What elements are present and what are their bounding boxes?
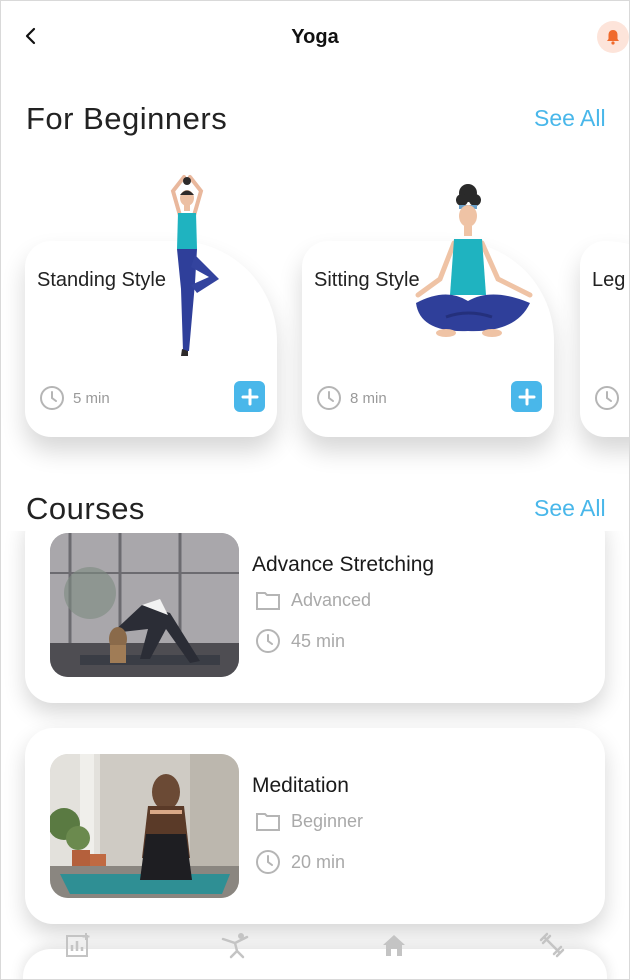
- bottom-navigation: [1, 926, 629, 966]
- course-level-text: Advanced: [291, 589, 372, 610]
- home-icon: [383, 935, 405, 956]
- nav-stats[interactable]: [63, 930, 93, 960]
- course-duration-text: 45 min: [291, 630, 346, 651]
- course-card-advance-stretching[interactable]: Advance Stretching Advanced 45 min: [25, 507, 605, 703]
- clock-icon: [40, 386, 64, 410]
- clock-icon: [595, 386, 619, 410]
- beginners-see-all-link[interactable]: See All: [534, 105, 606, 132]
- folder-icon: [256, 813, 280, 831]
- app-screen: Yoga For Beginners See All Standing Styl…: [0, 0, 630, 980]
- duration-text: 8 min: [350, 389, 387, 407]
- course-level-text: Beginner: [291, 810, 364, 831]
- plus-icon: [518, 388, 535, 405]
- course-photo: [50, 533, 239, 677]
- course-title: Advance Stretching: [252, 553, 435, 576]
- beginner-card-leg[interactable]: Leg: [580, 241, 629, 437]
- courses-section-title: Courses: [26, 491, 145, 526]
- course-photo: [50, 754, 239, 898]
- clock-icon: [256, 850, 280, 874]
- dumbbell-icon: [539, 932, 565, 958]
- course-duration: 45 min: [255, 628, 345, 654]
- course-duration: 20 min: [255, 849, 345, 875]
- clock-icon: [256, 629, 280, 653]
- beginners-section-title: For Beginners: [26, 101, 228, 136]
- sitting-yoga-figure-icon: [415, 184, 533, 337]
- course-card-meditation[interactable]: Meditation Beginner 20 min: [25, 728, 605, 924]
- beginner-card-label: Standing Style: [37, 269, 166, 291]
- course-title: Meditation: [252, 774, 349, 797]
- courses-see-all-link[interactable]: See All: [534, 495, 606, 522]
- course-duration-text: 20 min: [291, 851, 346, 872]
- beginner-card-duration: 5 min: [39, 385, 110, 411]
- beginner-card-label: Leg: [592, 269, 626, 291]
- meditation-photo-icon: [50, 754, 239, 898]
- standing-yoga-figure-icon: [170, 175, 219, 356]
- bell-icon: [607, 30, 619, 45]
- nav-workout[interactable]: [537, 930, 567, 960]
- duration-text: 5 min: [73, 389, 110, 407]
- add-button[interactable]: [234, 381, 265, 412]
- stretching-photo-icon: [50, 533, 239, 677]
- add-button[interactable]: [511, 381, 542, 412]
- beginner-card-label: Sitting Style: [314, 269, 420, 291]
- course-level: Beginner: [255, 810, 363, 832]
- beginner-card-duration: [594, 385, 620, 411]
- clock-icon: [317, 386, 341, 410]
- plus-icon: [241, 388, 258, 405]
- notification-button[interactable]: [597, 21, 629, 53]
- folder-icon: [256, 592, 280, 610]
- nav-home[interactable]: [379, 930, 409, 960]
- course-level: Advanced: [255, 589, 371, 611]
- beginner-card-duration: 8 min: [316, 385, 387, 411]
- page-title: Yoga: [291, 26, 339, 48]
- top-bar: Yoga: [1, 1, 629, 76]
- yoga-icon: [221, 933, 249, 959]
- nav-yoga[interactable]: [221, 930, 251, 960]
- stats-icon: [66, 933, 90, 957]
